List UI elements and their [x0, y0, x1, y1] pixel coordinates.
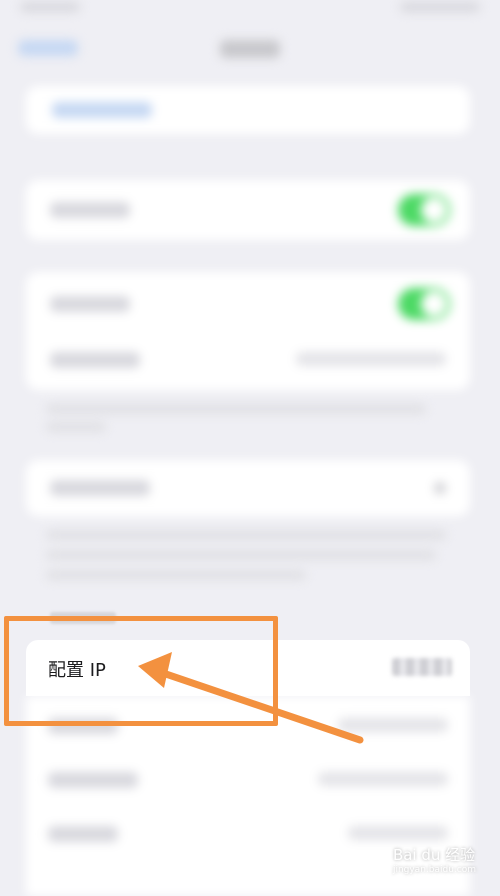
- toggle-switch-2[interactable]: [398, 288, 450, 320]
- ip-address-value: [338, 718, 448, 732]
- status-bar: [20, 2, 80, 12]
- toggle-label-2: [50, 296, 130, 312]
- watermark-text: Bai du 经验: [392, 846, 476, 864]
- row-label-3: [50, 352, 140, 368]
- footnote-1b: [46, 422, 106, 432]
- router-label: [48, 826, 118, 842]
- subnet-mask-label: [48, 772, 138, 788]
- watermark: Bai du 经验 jingyan.baidu.com: [393, 844, 476, 875]
- info-label: [50, 480, 150, 496]
- top-card: [26, 86, 470, 134]
- footnote-1: [46, 404, 426, 414]
- toggle-label-1: [50, 202, 130, 218]
- top-card-link[interactable]: [52, 102, 152, 118]
- toggle-card-1: [26, 180, 470, 240]
- footnote-2c: [46, 570, 306, 580]
- footnote-2b: [46, 550, 436, 560]
- subnet-mask-value: [318, 772, 448, 786]
- footnote-2: [46, 530, 446, 540]
- status-bar-right: [400, 2, 480, 12]
- configure-ip-value: [392, 658, 452, 676]
- highlight-box: [4, 616, 278, 726]
- info-chevron[interactable]: [434, 482, 446, 494]
- watermark-sub: jingyan.baidu.com: [392, 865, 476, 875]
- row-value-3: [296, 352, 446, 366]
- blurred-settings-background: [0, 0, 500, 640]
- info-card: [26, 460, 470, 516]
- page-title: [220, 40, 280, 58]
- back-button[interactable]: [18, 40, 78, 56]
- toggle-card-2: [26, 272, 470, 390]
- router-value: [348, 826, 448, 840]
- toggle-switch-1[interactable]: [398, 194, 450, 226]
